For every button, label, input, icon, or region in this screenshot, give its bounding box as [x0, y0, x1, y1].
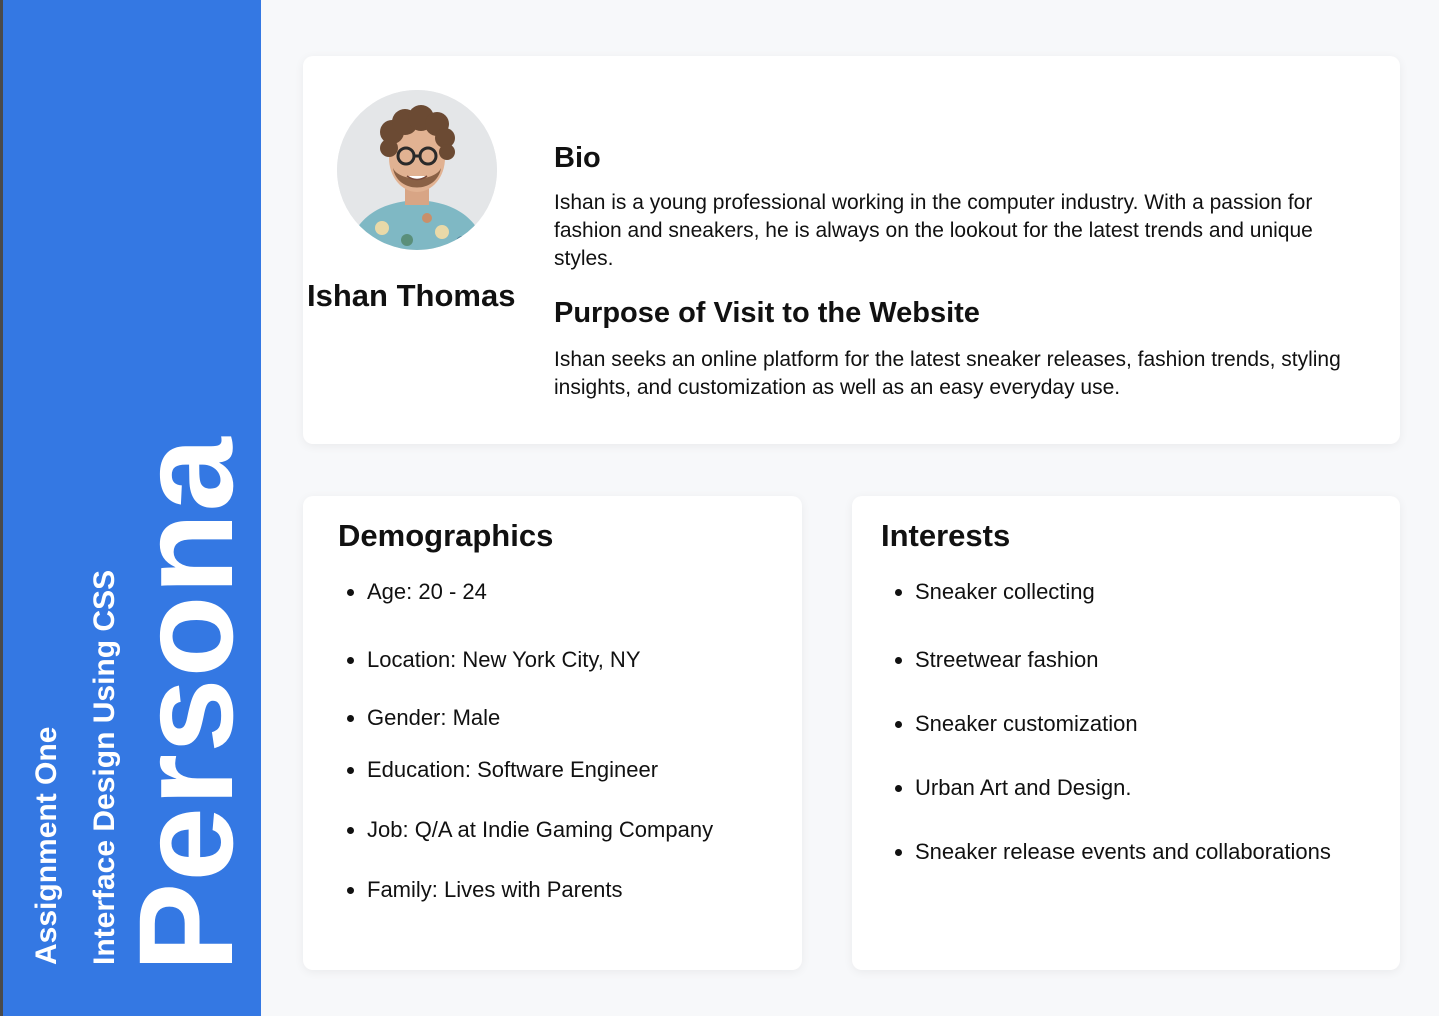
main-content: Ishan Thomas Bio Ishan is a young profes…: [261, 0, 1439, 1016]
demographics-item: Location: New York City, NY: [347, 647, 641, 673]
interests-item: Sneaker collecting: [895, 579, 1095, 605]
interests-heading: Interests: [881, 518, 1011, 553]
bullet-icon: [895, 849, 902, 856]
demographics-heading: Demographics: [338, 518, 554, 553]
interests-item: Streetwear fashion: [895, 647, 1098, 673]
demographics-card: Demographics Age: 20 - 24 Location: New …: [303, 496, 802, 970]
bullet-icon: [895, 657, 902, 664]
bullet-icon: [895, 785, 902, 792]
demographics-item: Job: Q/A at Indie Gaming Company: [347, 817, 713, 843]
bio-text: Ishan is a young professional working in…: [554, 191, 1313, 270]
demographics-item: Family: Lives with Parents: [347, 877, 623, 903]
bullet-icon: [347, 715, 354, 722]
profile-card: Ishan Thomas Bio Ishan is a young profes…: [303, 56, 1400, 444]
demographics-item: Gender: Male: [347, 705, 500, 731]
bullet-icon: [895, 589, 902, 596]
sidebar: Assignment One Interface Design Using CS…: [0, 0, 261, 1016]
bio-heading: Bio: [554, 142, 601, 174]
demographics-item: Age: 20 - 24: [347, 579, 487, 605]
bullet-icon: [347, 887, 354, 894]
bullet-icon: [347, 589, 354, 596]
interests-card: Interests Sneaker collecting Streetwear …: [852, 496, 1400, 970]
avatar-image: [337, 90, 497, 250]
profile-avatar: [337, 90, 497, 250]
purpose-heading: Purpose of Visit to the Website: [554, 297, 980, 329]
purpose-text: Ishan seeks an online platform for the l…: [554, 348, 1341, 399]
bullet-icon: [347, 767, 354, 774]
interests-item: Sneaker release events and collaboration…: [895, 839, 1331, 865]
bullet-icon: [347, 657, 354, 664]
bullet-icon: [347, 827, 354, 834]
bullet-icon: [895, 721, 902, 728]
persona-title: Persona: [112, 436, 261, 972]
persona-name: Ishan Thomas: [307, 278, 516, 313]
interests-item: Sneaker customization: [895, 711, 1138, 737]
demographics-item: Education: Software Engineer: [347, 757, 658, 783]
interests-item: Urban Art and Design.: [895, 775, 1131, 801]
assignment-label: Assignment One: [30, 726, 63, 965]
